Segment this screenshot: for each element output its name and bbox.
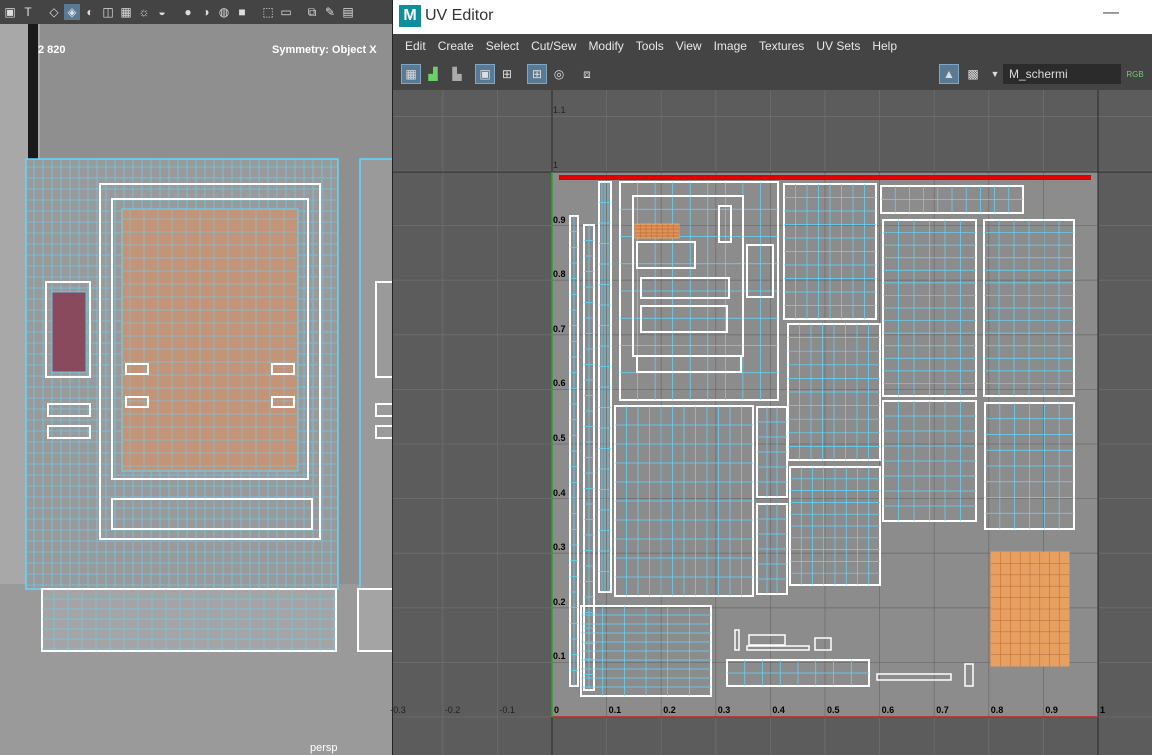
second-cabinet-wireframe (357, 158, 392, 652)
uv-editor-toolbar: ▦ ▟ ▙ ▣ ⊞ ⊞ ◎ ⧈ ▲ ▩ ▼ M_schermi RGB (393, 58, 1152, 90)
uv-wireframe-icon[interactable]: ▣ (475, 64, 495, 84)
uv-grid-icon[interactable]: ⊞ (497, 64, 517, 84)
isolate-icon[interactable]: ◐ (82, 4, 98, 20)
camera-name-hud: persp (310, 742, 338, 754)
uv-shell-selected (634, 223, 680, 239)
uv-shell (598, 181, 612, 593)
display-image-icon[interactable]: ▲ (939, 64, 959, 84)
menu-select[interactable]: Select (480, 35, 525, 57)
v-axis-label: 1.1 (553, 105, 566, 116)
uv-editor-window: M UV Editor — Edit Create Select Cut/Sew… (390, 0, 1152, 755)
u-axis-label: -0.1 (499, 705, 515, 715)
u-axis-label: 0.7 (936, 705, 949, 715)
menu-cut-sew[interactable]: Cut/Sew (525, 35, 582, 57)
top-edge-shell (559, 175, 1091, 180)
texture-selector[interactable]: M_schermi (1003, 64, 1121, 84)
uv-checker-icon[interactable]: ⊞ (527, 64, 547, 84)
u-axis-label: 0.3 (717, 705, 731, 715)
uv-shell-selected (990, 551, 1070, 667)
v-axis-label: 0.1 (553, 651, 566, 662)
u-axis-label: 0.6 (881, 705, 895, 715)
smooth-shade-icon[interactable]: ▣ (2, 4, 18, 20)
perspective-viewport[interactable]: ▣ T ◇ ◈ ◐ ◫ ▦ ☼ ◒ ● ◑ ◍ ■ ⬚ ▭ ⧉ ✎ ▤ 2 82… (0, 0, 392, 755)
rgb-channel-icon[interactable]: RGB (1125, 64, 1145, 84)
wireframe-on-shaded-icon[interactable]: ◈ (64, 4, 80, 20)
camera-icon[interactable]: ◑ (198, 4, 214, 20)
u-axis-label: 0.8 (990, 705, 1004, 715)
v-axis-label: 0.2 (553, 596, 566, 607)
snapshot-icon[interactable]: ⧉ (304, 4, 320, 20)
xray-icon[interactable]: ◫ (100, 4, 116, 20)
cabinet-wireframe (25, 158, 339, 652)
menu-textures[interactable]: Textures (753, 35, 810, 57)
maya-logo-icon: M (399, 5, 421, 27)
menu-modify[interactable]: Modify (582, 35, 629, 57)
menu-tools[interactable]: Tools (630, 35, 670, 57)
window-title: UV Editor (425, 7, 494, 24)
gate-icon[interactable]: ◍ (216, 4, 232, 20)
viewport-toolbar: ▣ T ◇ ◈ ◐ ◫ ▦ ☼ ◒ ● ◑ ◍ ■ ⬚ ▭ ⧉ ✎ ▤ (0, 0, 392, 24)
light-icon[interactable]: ▦ (118, 4, 134, 20)
cube-icon[interactable]: ◇ (46, 4, 62, 20)
menu-uv-sets[interactable]: UV Sets (810, 35, 866, 57)
layout-icon[interactable]: ▤ (340, 4, 356, 20)
v-axis-label: 0.7 (553, 323, 566, 334)
v-axis-label: 0.5 (553, 433, 566, 443)
chevron-down-icon[interactable]: ▼ (985, 64, 1005, 84)
minimize-button[interactable]: — (1099, 4, 1123, 24)
v-axis-label: 0.3 (553, 542, 566, 553)
shadow-icon[interactable]: ☼ (136, 4, 152, 20)
u-axis-label: -0.3 (390, 705, 406, 715)
u-axis-label: 0.2 (663, 705, 676, 715)
u-axis-label: 0.1 (608, 705, 622, 715)
symmetry-hud: Symmetry: Object X (272, 44, 377, 56)
ao-icon[interactable]: ◒ (154, 4, 170, 20)
menu-edit[interactable]: Edit (399, 35, 432, 57)
poly-count-hud: 2 820 (38, 44, 66, 56)
uv-backface-icon[interactable]: ▙ (447, 64, 467, 84)
u-axis-label: 0.4 (772, 705, 785, 715)
uv-editor-menubar: Edit Create Select Cut/Sew Modify Tools … (393, 35, 1152, 57)
uv-shell-select-icon[interactable]: ▦ (401, 64, 421, 84)
textured-icon[interactable]: T (20, 4, 36, 20)
u-axis-label: -0.2 (444, 705, 461, 715)
u-axis-label: 0.9 (1045, 705, 1058, 715)
v-axis-label: 0.4 (553, 487, 566, 498)
menu-view[interactable]: View (670, 35, 708, 57)
resolution-icon[interactable]: ● (180, 4, 196, 20)
uv-editor-titlebar[interactable]: M UV Editor — (393, 0, 1152, 34)
v-axis-label: 0.6 (553, 378, 566, 389)
viewport-scene[interactable] (0, 24, 392, 755)
uv-canvas[interactable] (393, 90, 1152, 755)
u-axis-label: 0.5 (827, 705, 840, 715)
hud-icon[interactable]: ▭ (278, 4, 294, 20)
menu-image[interactable]: Image (708, 35, 753, 57)
uv-snapshot-icon[interactable]: ⧈ (577, 64, 597, 84)
v-axis-label: 0.8 (553, 269, 566, 280)
menu-help[interactable]: Help (866, 35, 903, 57)
menu-create[interactable]: Create (432, 35, 480, 57)
u-axis-label: 0 (554, 705, 560, 715)
uv-distortion-icon[interactable]: ◎ (549, 64, 569, 84)
v-axis-label: 1 (553, 160, 559, 170)
uv-select-icon[interactable]: ▟ (423, 64, 443, 84)
film-icon[interactable]: ■ (234, 4, 250, 20)
checker-tile-icon[interactable]: ▩ (963, 64, 983, 84)
edit-icon[interactable]: ✎ (322, 4, 338, 20)
u-axis-label: 1 (1100, 705, 1106, 715)
grid-icon[interactable]: ⬚ (260, 4, 276, 20)
v-axis-label: 0.9 (553, 214, 566, 225)
